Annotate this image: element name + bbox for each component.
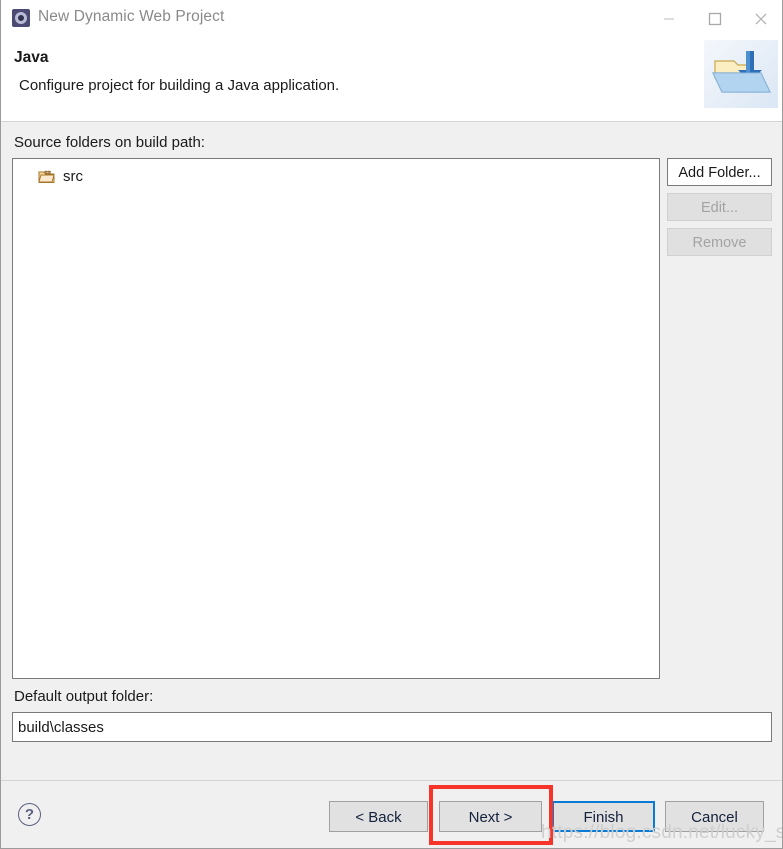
page-title: Java: [14, 49, 49, 66]
window-controls: [646, 0, 782, 37]
page-description: Configure project for building a Java ap…: [19, 77, 340, 94]
wizard-body: Source folders on build path: src Add Fo…: [1, 122, 782, 780]
source-folders-label: Source folders on build path:: [14, 134, 205, 151]
back-button[interactable]: < Back: [329, 801, 428, 832]
wizard-footer: ? < Back Next > Finish Cancel: [1, 780, 782, 848]
title-bar: New Dynamic Web Project: [1, 0, 782, 38]
source-folder-icon: [38, 169, 55, 184]
eclipse-wizard-icon: [12, 9, 30, 27]
edit-button: Edit...: [667, 193, 772, 221]
window-title: New Dynamic Web Project: [38, 8, 225, 25]
close-icon[interactable]: [738, 0, 782, 37]
minimize-icon[interactable]: [646, 0, 692, 37]
output-folder-label: Default output folder:: [14, 688, 154, 705]
remove-button: Remove: [667, 228, 772, 256]
add-folder-button[interactable]: Add Folder...: [667, 158, 772, 186]
list-item-label: src: [63, 167, 83, 185]
finish-button[interactable]: Finish: [552, 801, 655, 832]
source-folder-actions: Add Folder... Edit... Remove: [667, 158, 772, 263]
next-button[interactable]: Next >: [439, 801, 542, 832]
java-folder-banner-icon: [704, 40, 778, 108]
cancel-button[interactable]: Cancel: [665, 801, 764, 832]
output-folder-input[interactable]: [12, 712, 772, 742]
wizard-header: Java Configure project for building a Ja…: [1, 37, 782, 122]
help-question-icon[interactable]: ?: [18, 803, 41, 826]
list-item[interactable]: src: [38, 166, 83, 186]
maximize-icon[interactable]: [692, 0, 738, 37]
new-dynamic-web-project-dialog: New Dynamic Web Project Java Configure p…: [0, 0, 783, 849]
source-folders-list[interactable]: src: [12, 158, 660, 679]
